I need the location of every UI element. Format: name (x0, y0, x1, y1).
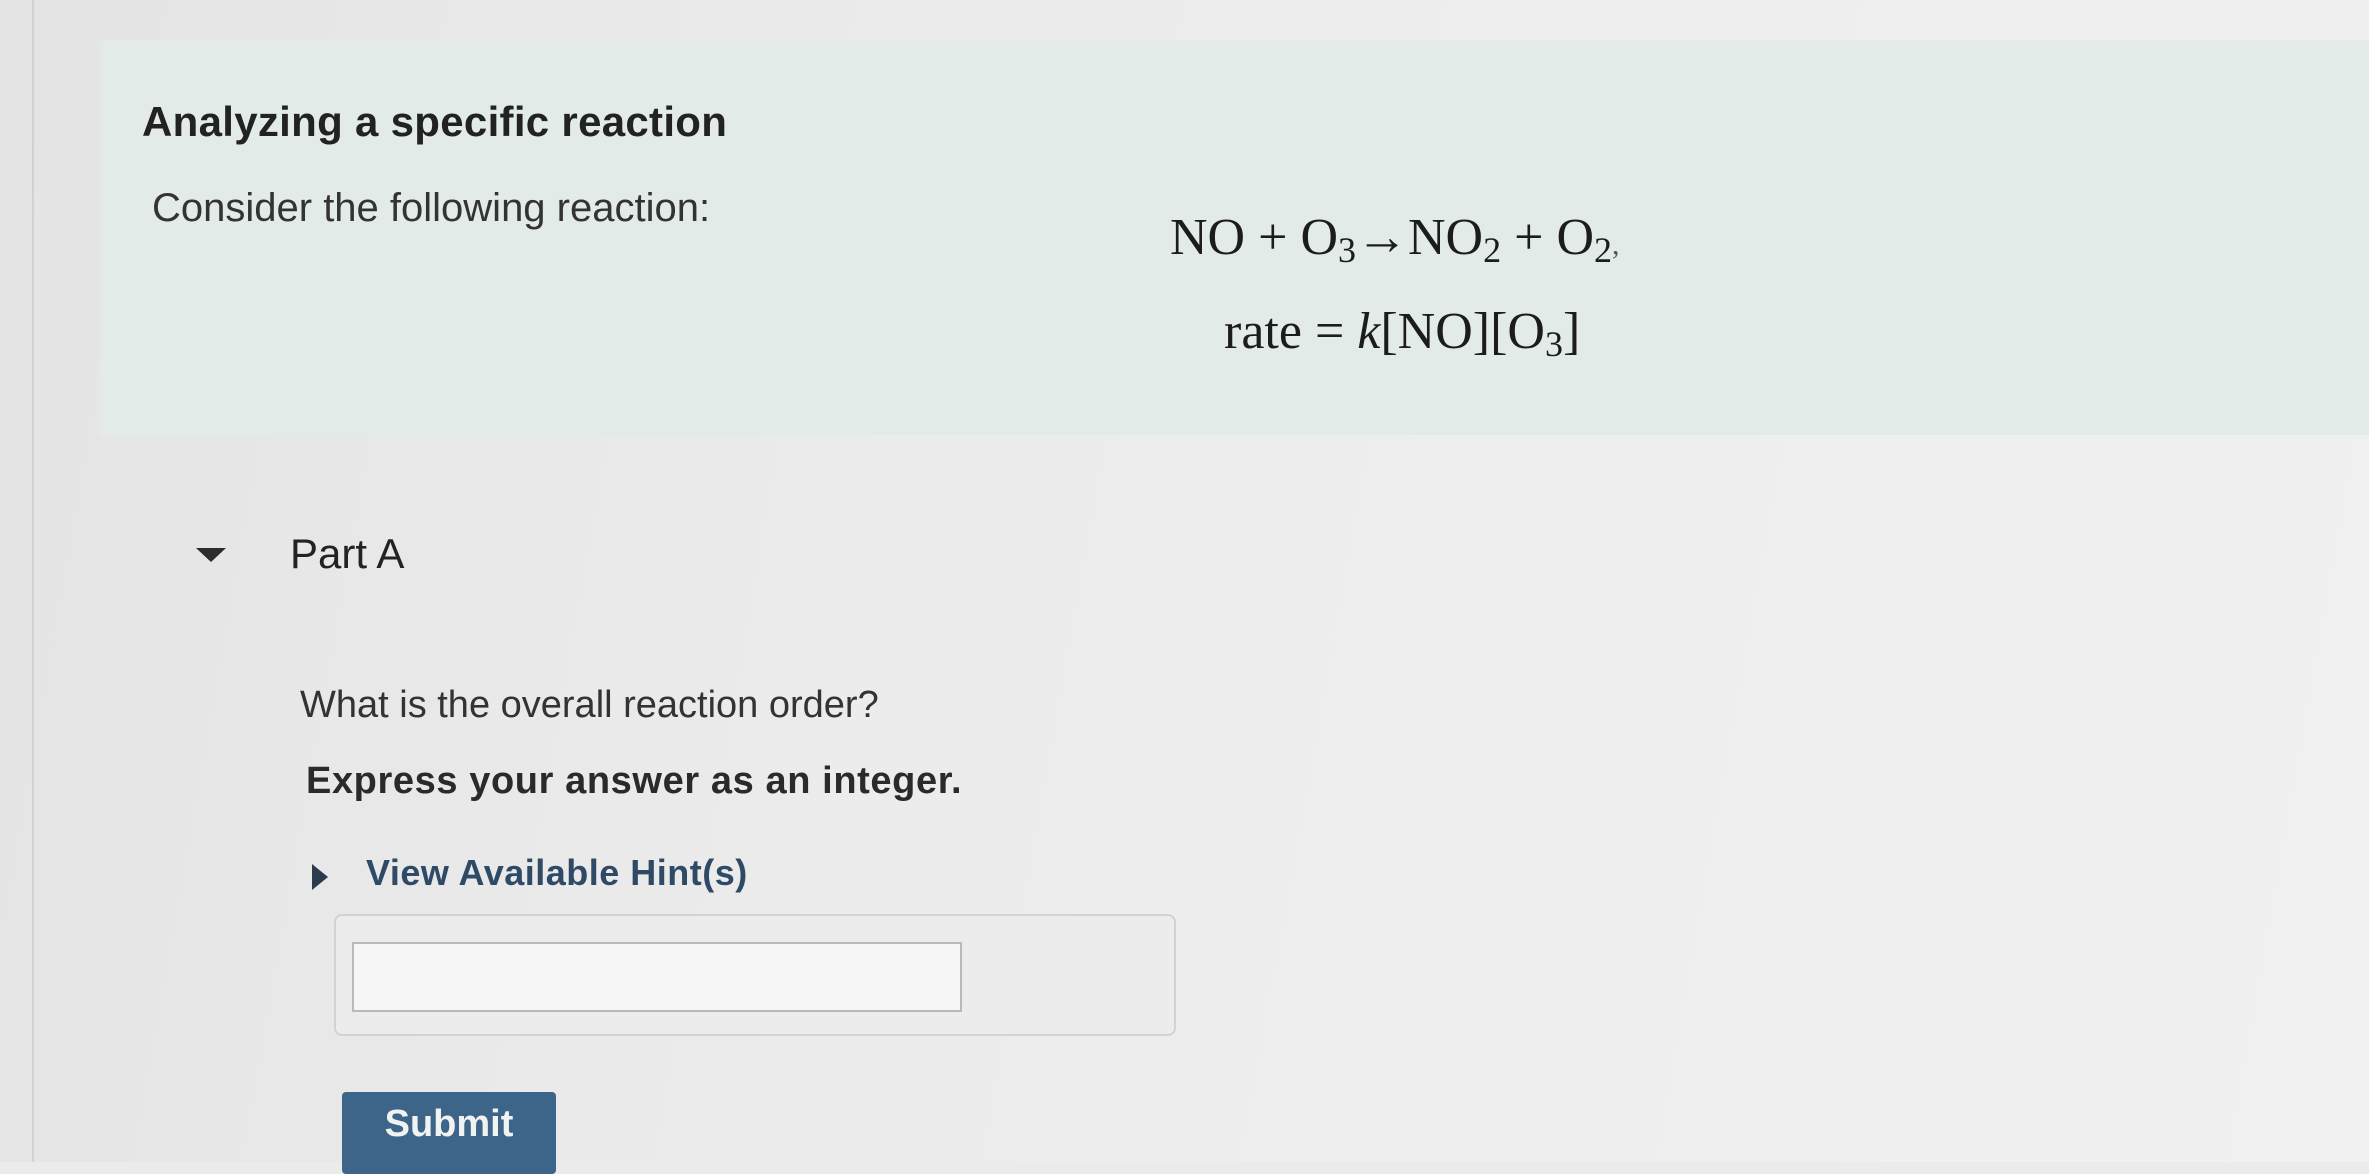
subscript: 3 (1544, 324, 1563, 364)
answer-instruction: Express your answer as an integer. (306, 760, 963, 802)
product-no2: NO (1408, 209, 1484, 266)
subscript: 2 (1483, 230, 1502, 270)
intro-title: Analyzing a specific reaction (142, 98, 728, 145)
product-o2: O (1556, 209, 1594, 266)
reactant-no: NO (1170, 209, 1246, 266)
bracket-close: ] (1562, 303, 1581, 360)
plus-sign: + (1501, 209, 1557, 266)
rate-label: rate (1224, 303, 1302, 360)
equation-comma: , (1612, 228, 1620, 261)
triangle-right-icon[interactable] (312, 864, 328, 890)
rate-law-equation: rate = k[NO][O3] (1224, 302, 1580, 365)
concentration-no: [NO] (1380, 303, 1491, 360)
subscript: 3 (1338, 230, 1356, 270)
equals-sign: = (1301, 303, 1358, 360)
intro-text: Consider the following reaction: (152, 186, 711, 230)
plus-sign: + (1245, 209, 1301, 266)
reaction-arrow: → (1356, 209, 1408, 266)
reactant-o3: O (1300, 209, 1338, 266)
triangle-down-icon[interactable] (196, 548, 226, 562)
reaction-equation: NO + O3→NO2 + O2, (1170, 208, 1620, 271)
left-divider (32, 0, 34, 1162)
part-title[interactable]: Part A (290, 530, 404, 578)
answer-input[interactable] (352, 942, 962, 1012)
concentration-o3: [O (1490, 303, 1545, 360)
subscript: 2 (1594, 230, 1612, 270)
rate-constant: k (1357, 303, 1381, 360)
question-text: What is the overall reaction order? (300, 684, 879, 726)
view-hints-link[interactable]: View Available Hint(s) (366, 852, 748, 894)
